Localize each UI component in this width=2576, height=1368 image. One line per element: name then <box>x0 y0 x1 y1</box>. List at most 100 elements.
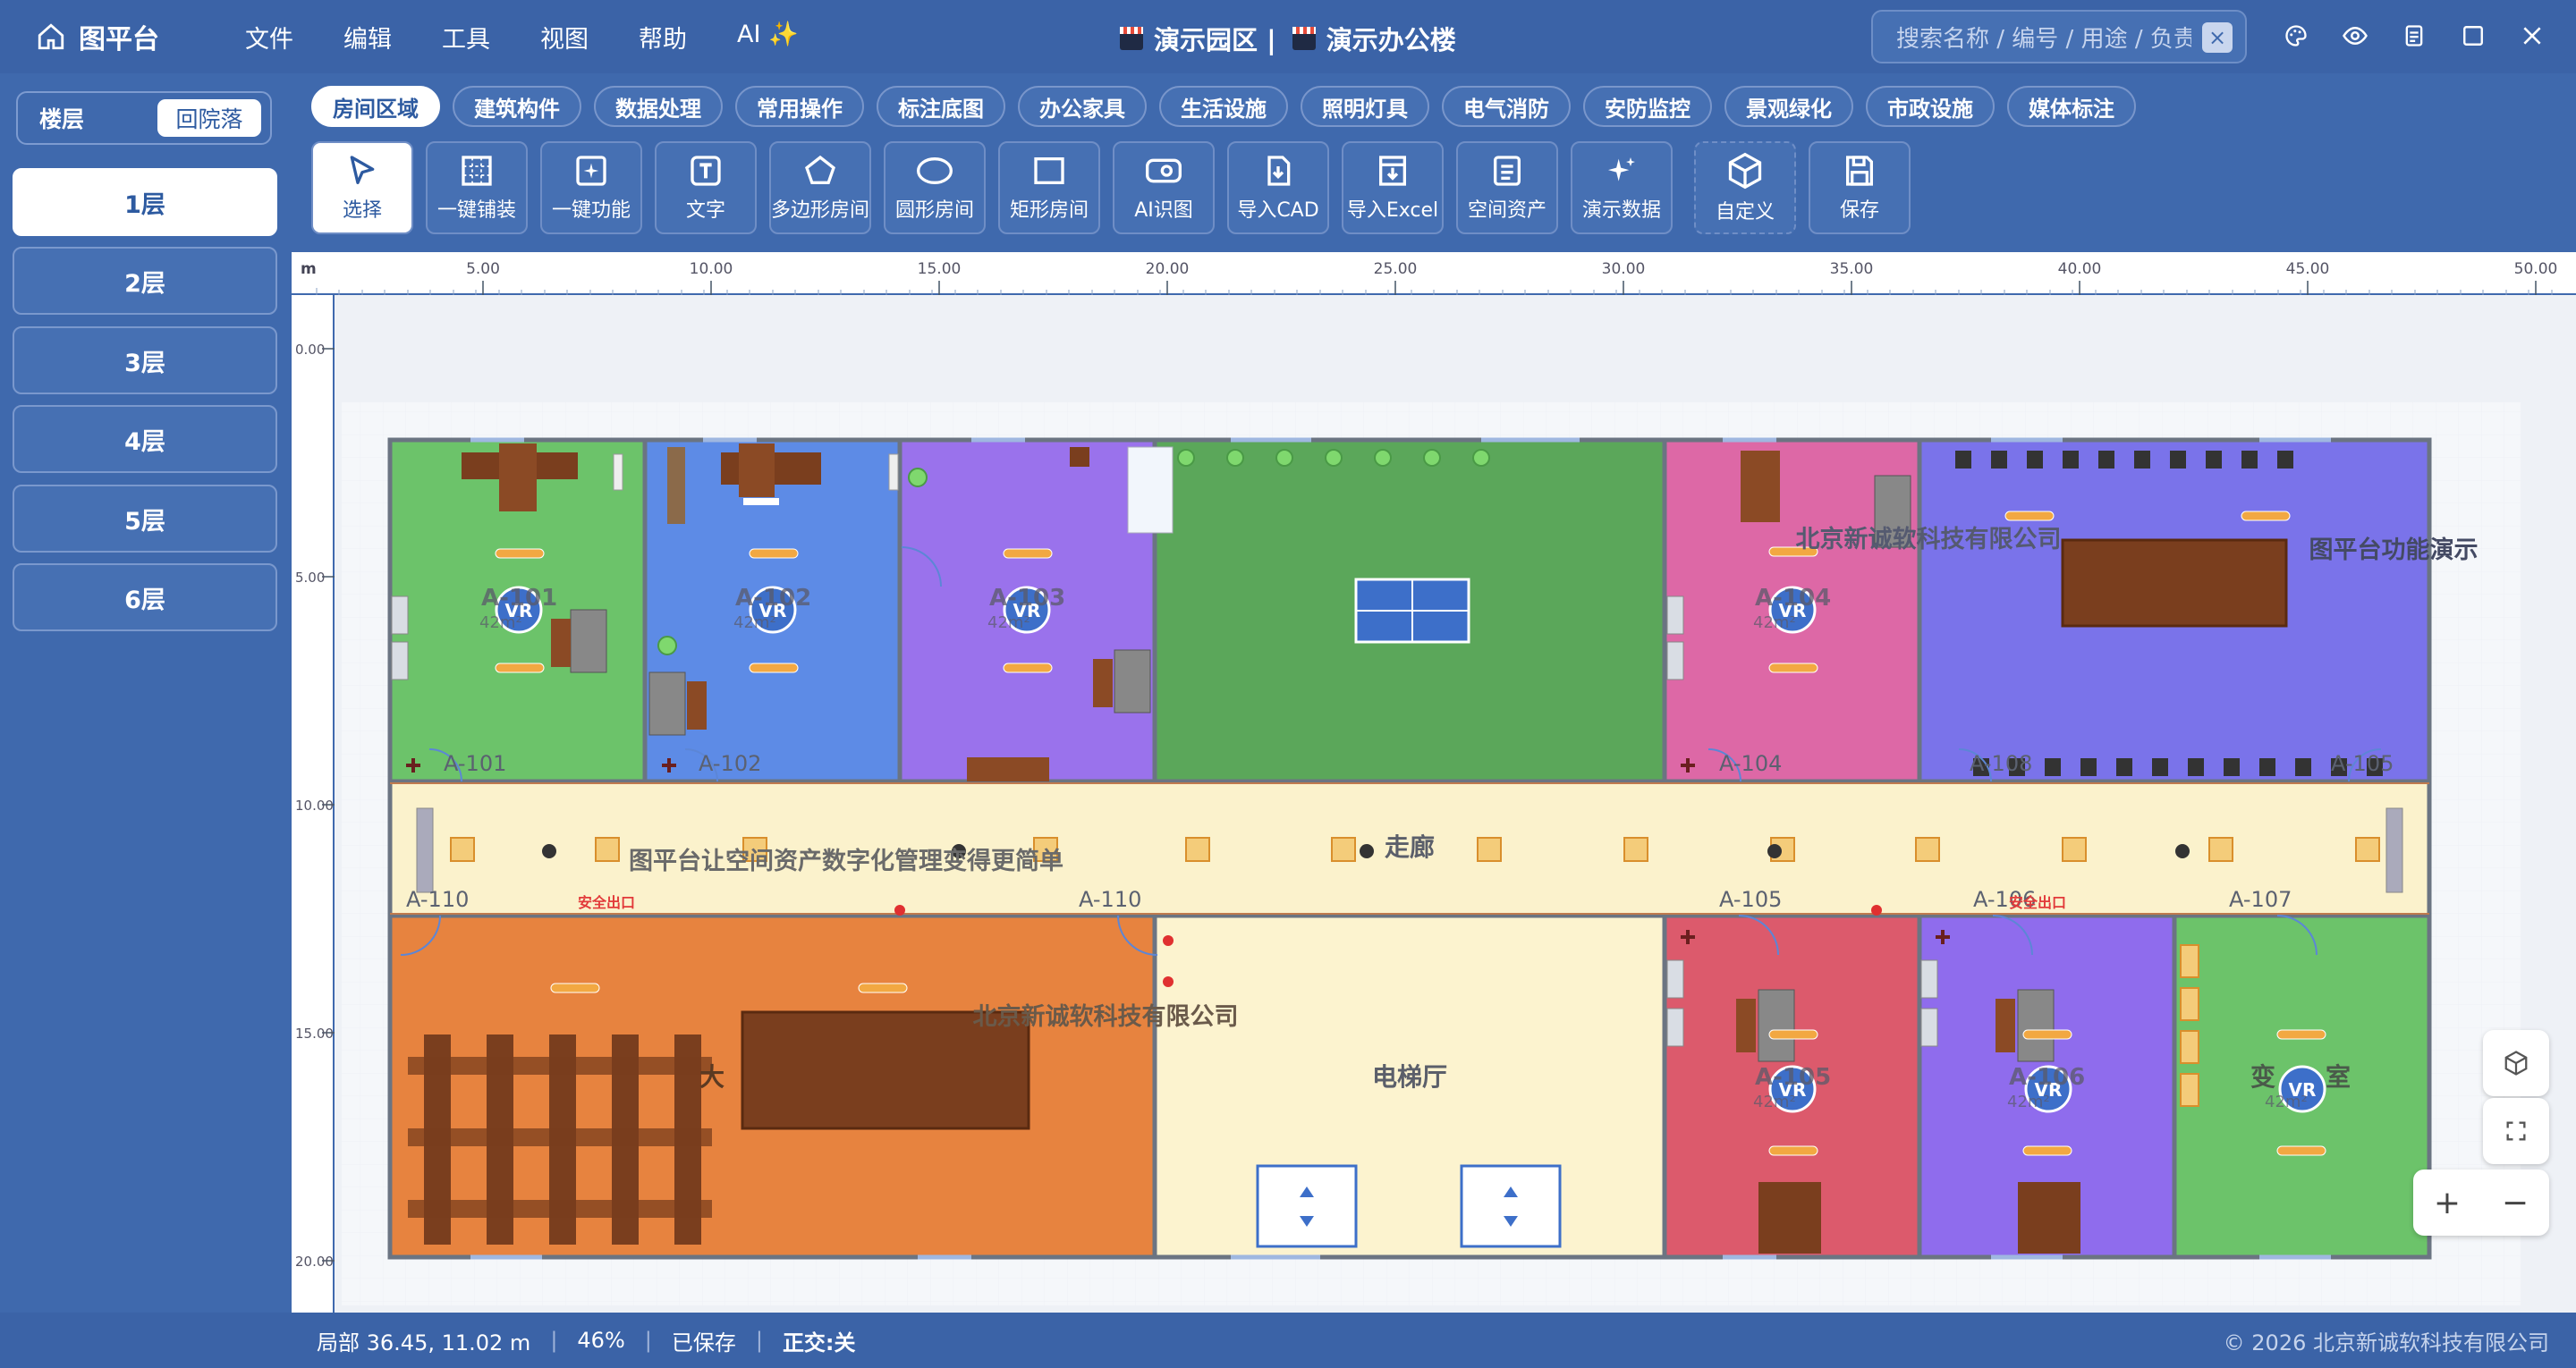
floor-item-2[interactable]: 2层 <box>13 247 277 315</box>
app-logo[interactable]: 图平台 <box>36 17 206 56</box>
tab-annotate-base[interactable]: 标注底图 <box>877 86 1005 127</box>
room-area: 42m² <box>987 613 1030 632</box>
room-name: A-101 <box>481 585 557 612</box>
grid-icon <box>462 156 492 186</box>
circle-room-tool[interactable]: 圆形房间 <box>884 141 986 234</box>
window-title: 演示园区 | 演示办公楼 <box>1120 20 1456 57</box>
tab-courtyard[interactable]: 回院落 <box>157 99 261 137</box>
tab-room-area[interactable]: 房间区域 <box>311 86 440 127</box>
tab-landscape[interactable]: 景观绿化 <box>1724 86 1853 127</box>
tab-living-facilities[interactable]: 生活设施 <box>1159 86 1288 127</box>
menu-bar: 文件 编辑 工具 视图 帮助 AI ✨ <box>245 20 849 55</box>
room-name: A-106 <box>2009 1064 2085 1091</box>
floor-item-4[interactable]: 4层 <box>13 405 277 473</box>
list-icon <box>1494 156 1521 186</box>
tool-label: 一键功能 <box>551 199 631 222</box>
menu-edit[interactable]: 编辑 <box>343 20 392 55</box>
room-label-shi: 室 <box>2326 1062 2351 1092</box>
zoom-out-button[interactable]: − <box>2502 1185 2529 1221</box>
menu-ai[interactable]: AI ✨ <box>737 20 799 55</box>
palette-icon <box>2285 25 2307 46</box>
maximize-button[interactable] <box>2453 16 2493 55</box>
zoom-level[interactable]: 46% <box>577 1328 624 1353</box>
ruler-x-label: 25.00 <box>1374 260 1418 278</box>
room-code: A-101 <box>444 751 506 776</box>
ai-recognize-tool[interactable]: AI识图 <box>1113 141 1215 234</box>
text-icon <box>691 156 721 186</box>
import-excel-tool[interactable]: 导入Excel <box>1342 141 1444 234</box>
ruler-x-label: 20.00 <box>1146 260 1190 278</box>
menu-file[interactable]: 文件 <box>245 20 293 55</box>
search-input[interactable]: 搜索名称 / 编号 / 用途 / 负责人 <box>1896 21 2191 54</box>
corridor-label: 走廊 <box>1385 832 1435 862</box>
floor-plan[interactable]: VR VR VR VR VR VR VR A-101 A-102 A-103 A… <box>336 297 2576 1313</box>
polygon-room-tool[interactable]: 多边形房间 <box>769 141 871 234</box>
room-name: A-102 <box>735 585 811 612</box>
menu-view[interactable]: 视图 <box>540 20 589 55</box>
tab-security[interactable]: 安防监控 <box>1583 86 1712 127</box>
search-box[interactable]: 搜索名称 / 编号 / 用途 / 负责人 × <box>1871 10 2247 63</box>
floor-item-6[interactable]: 6层 <box>13 563 277 631</box>
ortho-toggle[interactable]: 正交:关 <box>783 1325 856 1356</box>
tab-lighting[interactable]: 照明灯具 <box>1301 86 1429 127</box>
space-assets-tool[interactable]: 空间资产 <box>1456 141 1558 234</box>
floor-item-1[interactable]: 1层 <box>13 168 277 236</box>
table-import-icon <box>1379 156 1406 186</box>
ellipse-icon <box>917 157 953 184</box>
floor-item-3[interactable]: 3层 <box>13 326 277 394</box>
rect-room-tool[interactable]: 矩形房间 <box>998 141 1100 234</box>
room-code: A-107 <box>2229 887 2292 912</box>
notes-button[interactable] <box>2394 16 2434 55</box>
view-3d-button[interactable] <box>2483 1030 2549 1096</box>
ruler-x-label: 5.00 <box>466 260 500 278</box>
room-area: 42m² <box>1753 613 1796 632</box>
menu-tools[interactable]: 工具 <box>442 20 490 55</box>
room-code: A-105 <box>1719 887 1782 912</box>
pingpong-table <box>1354 578 1470 644</box>
big-room-label: 大 <box>699 1062 724 1092</box>
exit-sign: 安全出口 <box>578 894 635 911</box>
tab-building-parts[interactable]: 建筑构件 <box>453 86 581 127</box>
ruler-x-label: 45.00 <box>2286 260 2330 278</box>
floor-item-5[interactable]: 5层 <box>13 485 277 553</box>
preview-button[interactable] <box>2335 16 2375 55</box>
tool-label: AI识图 <box>1134 199 1193 222</box>
ai-scan-icon <box>1146 158 1182 183</box>
canvas-area[interactable]: m 5.00 10.00 15.00 20.00 25.00 30.00 35.… <box>292 252 2576 1313</box>
tab-municipal[interactable]: 市政设施 <box>1866 86 1995 127</box>
horizontal-ruler: m 5.00 10.00 15.00 20.00 25.00 30.00 35.… <box>292 252 2576 295</box>
copyright: © 2026 北京新诚软科技有限公司 <box>2223 1330 2549 1355</box>
floor-courtyard-toggle: 楼层 回院落 <box>16 91 272 145</box>
fit-view-button[interactable] <box>2483 1098 2549 1164</box>
import-cad-tool[interactable]: 导入CAD <box>1227 141 1329 234</box>
tab-common-ops[interactable]: 常用操作 <box>735 86 864 127</box>
tab-electrical-fire[interactable]: 电气消防 <box>1442 86 1571 127</box>
close-button[interactable] <box>2512 16 2552 55</box>
room-area: 42m² <box>1753 1093 1796 1111</box>
auto-pave-tool[interactable]: 一键铺装 <box>426 141 528 234</box>
tab-data-processing[interactable]: 数据处理 <box>594 86 723 127</box>
theme-button[interactable] <box>2276 16 2316 55</box>
room-name: A-103 <box>989 585 1065 612</box>
auto-function-tool[interactable]: 一键功能 <box>540 141 642 234</box>
room-area: 42m² <box>479 613 522 632</box>
clear-search-button[interactable]: × <box>2202 22 2233 53</box>
separator: | <box>644 1328 652 1353</box>
corridor-slogan: 图平台让空间资产数字化管理变得更简单 <box>629 847 1063 875</box>
save-tool[interactable]: 保存 <box>1809 141 1911 234</box>
document-icon <box>2405 25 2423 46</box>
menu-help[interactable]: 帮助 <box>639 20 687 55</box>
fit-icon <box>2506 1121 2526 1141</box>
select-tool[interactable]: 选择 <box>311 141 413 234</box>
ruler-ticks: m 5.00 10.00 15.00 20.00 25.00 30.00 35.… <box>301 260 2557 295</box>
tab-office-furniture[interactable]: 办公家具 <box>1018 86 1147 127</box>
status-bar: 局部 36.45, 11.02 m | 46% | 已保存 | 正交:关 © 2… <box>0 1313 2576 1368</box>
tab-floors[interactable]: 楼层 <box>18 102 152 134</box>
company-label-2: 北京新诚软科技有限公司 <box>973 1002 1239 1031</box>
tab-media[interactable]: 媒体标注 <box>2007 86 2136 127</box>
text-tool[interactable]: 文字 <box>655 141 757 234</box>
zoom-in-button[interactable]: + <box>2434 1185 2461 1221</box>
custom-tool[interactable]: 自定义 <box>1694 141 1796 234</box>
demo-data-tool[interactable]: 演示数据 <box>1571 141 1673 234</box>
title-park: 演示园区 | <box>1154 25 1276 55</box>
